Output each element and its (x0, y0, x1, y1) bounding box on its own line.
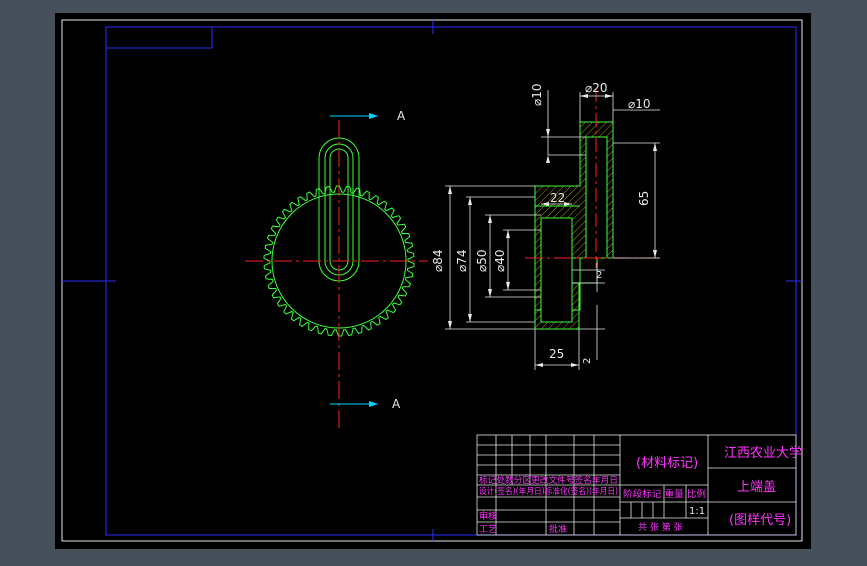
dim-22: 22 (550, 191, 565, 205)
dim-d10-top: ⌀10 (530, 84, 544, 107)
dim-d74: ⌀74 (455, 250, 469, 273)
dim-d40: ⌀40 (493, 250, 507, 273)
dim-d20: ⌀20 (585, 81, 608, 95)
title-scale: 1:1 (689, 506, 705, 517)
section-mark-bottom: A (392, 397, 401, 411)
dim-2-mid: 2 (596, 270, 602, 281)
title-process: 工艺 (479, 524, 497, 535)
title-part-name: 上端盖 (737, 480, 776, 495)
dim-d10-right: ⌀10 (628, 97, 651, 111)
title-review: 审核 (479, 510, 497, 522)
dim-d50: ⌀50 (475, 250, 489, 273)
title-school: 江西农业大学 (724, 445, 802, 461)
dim-65: 65 (637, 191, 651, 206)
drawing-canvas: A A ⌀10 ⌀20 ⌀10 65 22 ⌀84 ⌀74 ⌀50 ⌀40 2 … (55, 13, 811, 549)
title-approve: 批准 (549, 523, 567, 535)
title-design-row: 设计(签名)(年月日)标准化(签名)(年月日) (479, 486, 618, 497)
dim-2-bottom: 2 (582, 358, 593, 364)
title-drawing-no: (图样代号) (729, 513, 791, 528)
bore-cutout (540, 217, 573, 323)
title-rev-row: 标记处数分区更改文件号签名年月日 (479, 475, 618, 486)
dim-25: 25 (549, 347, 564, 361)
dim-d84: ⌀84 (431, 250, 445, 273)
title-stage-labels: 阶段标记 重量 比例 (623, 488, 706, 500)
title-material: (材料标记) (636, 456, 698, 471)
section-mark-top: A (397, 109, 406, 123)
title-sheets: 共 张 第 张 (638, 521, 683, 533)
cad-viewport[interactable]: A A ⌀10 ⌀20 ⌀10 65 22 ⌀84 ⌀74 ⌀50 ⌀40 2 … (0, 0, 867, 562)
